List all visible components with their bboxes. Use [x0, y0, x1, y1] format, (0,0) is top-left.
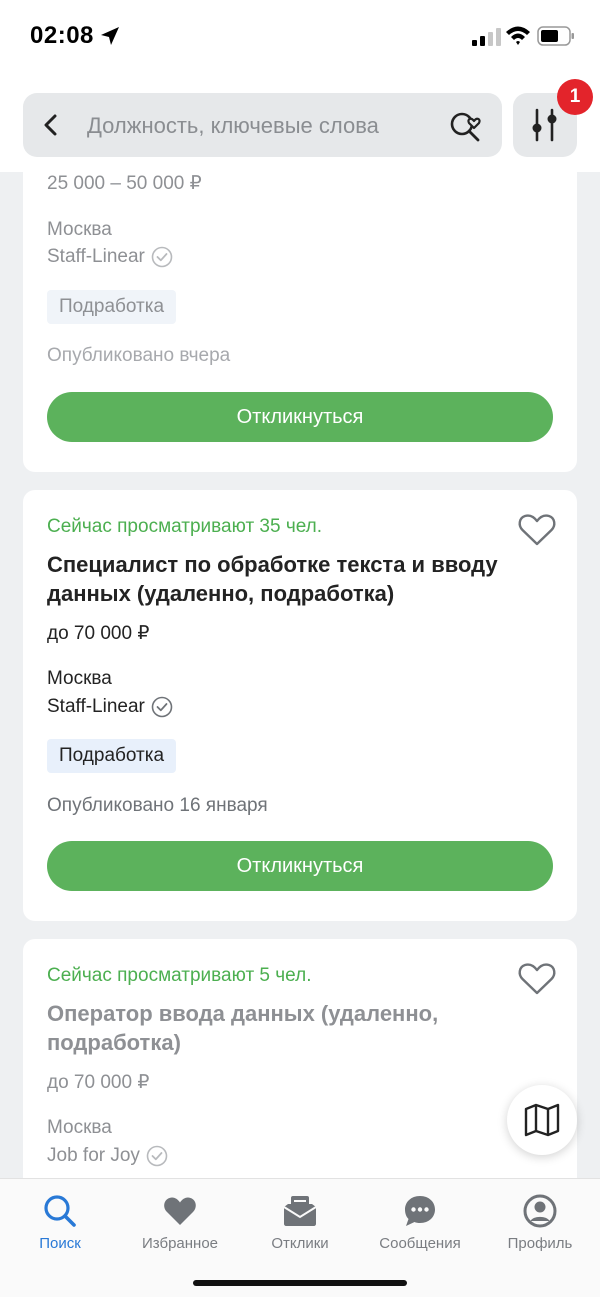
bottom-tab-bar: Поиск Избранное Отклики Сообщения Профил… [0, 1178, 600, 1297]
vacancy-city: Москва [47, 1117, 112, 1138]
favorite-heart-icon[interactable] [517, 512, 557, 548]
company-name: Job for Joy [47, 1145, 140, 1166]
back-chevron-icon[interactable] [37, 111, 65, 139]
chat-icon [405, 1196, 435, 1226]
tab-favorites[interactable]: Избранное [120, 1187, 240, 1257]
favorite-heart-icon[interactable] [517, 961, 557, 997]
tab-label: Поиск [39, 1235, 81, 1252]
vacancy-salary: до 70 000 ₽ [47, 1072, 150, 1093]
vacancy-title[interactable]: Оператор ввода данных (удаленно, подрабо… [47, 999, 517, 1057]
tab-label: Сообщения [379, 1235, 461, 1252]
viewing-now-label: Сейчас просматривают 5 чел. [47, 965, 312, 986]
vacancy-city: Москва [47, 219, 112, 240]
home-indicator [193, 1280, 407, 1286]
vacancy-card[interactable]: 25 000 – 50 000 ₽ Москва Staff-Linear По… [23, 140, 577, 472]
viewing-now-label: Сейчас просматривают 35 чел. [47, 516, 323, 537]
published-date: Опубликовано 16 января [47, 795, 268, 816]
profile-icon [523, 1194, 557, 1228]
employment-tag: Подработка [47, 290, 177, 324]
tab-profile[interactable]: Профиль [480, 1187, 600, 1257]
map-icon [524, 1103, 560, 1137]
status-time: 02:08 [30, 22, 94, 49]
vacancy-title[interactable]: Специалист по обработке текста и вводу д… [47, 550, 517, 608]
search-input[interactable]: Должность, ключевые слова [87, 113, 379, 139]
heart-icon [164, 1197, 196, 1225]
wifi-icon [506, 26, 530, 45]
filters-count-badge: 1 [557, 79, 593, 115]
tab-messages[interactable]: Сообщения [360, 1187, 480, 1257]
responses-icon [283, 1196, 317, 1226]
location-arrow-icon [101, 27, 119, 45]
verified-check-icon [151, 696, 173, 718]
vacancy-card[interactable]: Сейчас просматривают 35 чел. Специалист … [23, 490, 577, 921]
vacancy-company[interactable]: Staff-Linear [47, 696, 173, 718]
battery-icon [537, 26, 574, 46]
vacancy-salary: 25 000 – 50 000 ₽ [47, 173, 202, 194]
tab-label: Профиль [507, 1235, 573, 1252]
tab-label: Отклики [271, 1235, 329, 1252]
vacancy-salary: до 70 000 ₽ [47, 623, 150, 644]
search-header: Должность, ключевые слова 1 [0, 72, 600, 172]
verified-check-icon [146, 1145, 168, 1167]
tab-search[interactable]: Поиск [0, 1187, 120, 1257]
published-date: Опубликовано вчера [47, 345, 231, 366]
tab-label: Избранное [141, 1235, 219, 1252]
vacancy-company[interactable]: Job for Joy [47, 1145, 168, 1167]
company-name: Staff-Linear [47, 246, 145, 267]
verified-check-icon [151, 246, 173, 268]
respond-button[interactable]: Откликнуться [47, 392, 553, 442]
search-icon [44, 1195, 76, 1227]
company-name: Staff-Linear [47, 696, 145, 717]
sliders-icon [532, 108, 557, 142]
vacancy-card[interactable]: Сейчас просматривают 5 чел. Оператор вво… [23, 939, 577, 1199]
search-bar[interactable]: Должность, ключевые слова [23, 93, 502, 157]
tab-responses[interactable]: Отклики [240, 1187, 360, 1257]
status-bar: 02:08 [0, 0, 600, 72]
vacancy-company[interactable]: Staff-Linear [47, 246, 173, 268]
employment-tag: Подработка [47, 739, 177, 773]
map-view-button[interactable] [507, 1085, 577, 1155]
saved-search-heart-icon[interactable] [447, 107, 485, 145]
vacancy-city: Москва [47, 668, 112, 689]
cellular-signal-icon [472, 28, 501, 46]
respond-button[interactable]: Откликнуться [47, 841, 553, 891]
